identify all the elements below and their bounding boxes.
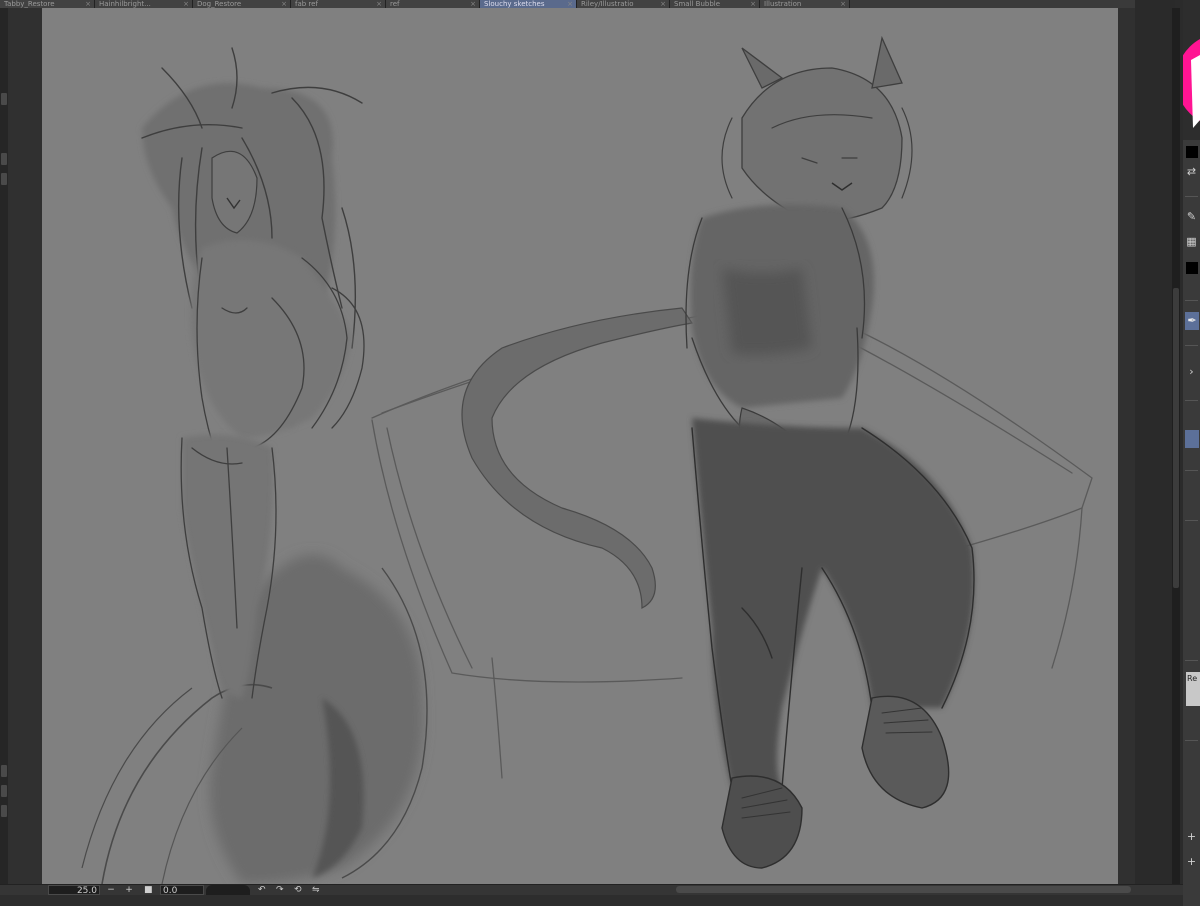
scrollbar-thumb[interactable] <box>1173 288 1179 588</box>
tab-document-4[interactable]: fab ref × <box>291 0 386 8</box>
horizontal-scrollbar[interactable] <box>676 886 1131 893</box>
tab-document-5[interactable]: ref × <box>386 0 480 8</box>
color-wheel[interactable] <box>1183 0 1200 140</box>
divider <box>1185 196 1198 197</box>
close-icon[interactable]: × <box>376 0 382 8</box>
flip-icon[interactable]: ⇋ <box>312 885 322 895</box>
divider <box>1185 300 1198 301</box>
left-figure-sketch <box>81 47 428 884</box>
close-icon[interactable]: × <box>567 0 573 8</box>
strip-handle[interactable] <box>1 785 7 797</box>
document-tab-bar: Tabby_Restore × Hainhilbright... × Dog_R… <box>0 0 1135 8</box>
right-tool-palette: ⇄ ✎ ▦ ✒ › Re + + <box>1183 0 1200 906</box>
tab-label: fab ref <box>295 0 318 8</box>
rotate-left-icon[interactable]: ↶ <box>258 885 268 895</box>
grid-icon[interactable]: ▦ <box>1184 235 1199 249</box>
rotation-angle-field[interactable]: 0.0 <box>160 885 204 896</box>
tab-label: ref <box>390 0 400 8</box>
tab-label: Dog_Restore <box>197 0 242 8</box>
scrollbar-thumb[interactable] <box>676 886 1131 893</box>
left-tool-strip <box>0 8 8 884</box>
tab-document-1[interactable]: Tabby_Restore × <box>0 0 95 8</box>
tab-document-9[interactable]: Illustration × <box>760 0 850 8</box>
close-icon[interactable]: × <box>183 0 189 8</box>
reset-rotation-icon[interactable]: ⟲ <box>294 885 304 895</box>
divider <box>1185 345 1198 346</box>
zoom-out-button[interactable]: − <box>106 885 116 895</box>
close-icon[interactable]: × <box>660 0 666 8</box>
tab-label: Tabby_Restore <box>4 0 55 8</box>
strip-handle[interactable] <box>1 765 7 777</box>
divider <box>1185 470 1198 471</box>
tab-document-3[interactable]: Dog_Restore × <box>193 0 291 8</box>
sketch-artwork <box>81 35 1093 884</box>
selected-tool-pen[interactable]: ✒ <box>1185 312 1199 330</box>
rotate-right-icon[interactable]: ↷ <box>276 885 286 895</box>
drawing-canvas[interactable] <box>42 8 1118 884</box>
layer-thumbnail-label: Re <box>1187 674 1198 683</box>
tab-label: Slouchy sketches <box>484 0 545 8</box>
add-icon[interactable]: + <box>1184 830 1199 844</box>
vertical-scrollbar[interactable] <box>1172 8 1180 884</box>
zoom-in-button[interactable]: + <box>124 885 134 895</box>
tab-document-8[interactable]: Small Bubble × <box>670 0 760 8</box>
layer-thumbnail[interactable]: Re <box>1186 672 1200 706</box>
window-bottom-edge <box>0 895 1183 906</box>
main-color-swatch[interactable] <box>1186 146 1198 158</box>
tab-label: Hainhilbright... <box>99 0 151 8</box>
strip-handle[interactable] <box>1 93 7 105</box>
close-icon[interactable]: × <box>750 0 756 8</box>
tab-document-7[interactable]: Riley/Illustratio × <box>577 0 670 8</box>
tab-label: Small Bubble <box>674 0 721 8</box>
rotation-slider[interactable] <box>206 885 250 895</box>
sub-color-swatch[interactable] <box>1186 262 1198 274</box>
zoom-field[interactable]: 25.0 <box>48 885 100 896</box>
close-icon[interactable]: × <box>470 0 476 8</box>
divider <box>1185 660 1198 661</box>
close-icon[interactable]: × <box>85 0 91 8</box>
divider <box>1185 400 1198 401</box>
tab-label: Riley/Illustratio <box>581 0 634 8</box>
tab-document-2[interactable]: Hainhilbright... × <box>95 0 193 8</box>
brush-icon[interactable]: ✎ <box>1184 210 1199 224</box>
close-icon[interactable]: × <box>840 0 846 8</box>
canvas-workspace[interactable] <box>8 8 1135 884</box>
close-icon[interactable]: × <box>281 0 287 8</box>
tool-option-icon[interactable]: › <box>1184 365 1199 379</box>
pen-icon: ✒ <box>1187 314 1197 327</box>
divider <box>1185 740 1198 741</box>
divider <box>1185 520 1198 521</box>
strip-handle[interactable] <box>1 805 7 817</box>
right-figure-sketch <box>461 35 975 869</box>
strip-handle[interactable] <box>1 153 7 165</box>
panel-dock-gap <box>1135 0 1175 884</box>
tab-label: Illustration <box>764 0 802 8</box>
add-icon[interactable]: + <box>1184 855 1199 869</box>
tab-document-active[interactable]: Slouchy sketches × <box>480 0 577 8</box>
fit-icon[interactable]: ■ <box>144 885 153 895</box>
swap-colors-icon[interactable]: ⇄ <box>1184 165 1199 179</box>
strip-handle[interactable] <box>1 173 7 185</box>
selected-layer-row[interactable] <box>1185 430 1199 448</box>
